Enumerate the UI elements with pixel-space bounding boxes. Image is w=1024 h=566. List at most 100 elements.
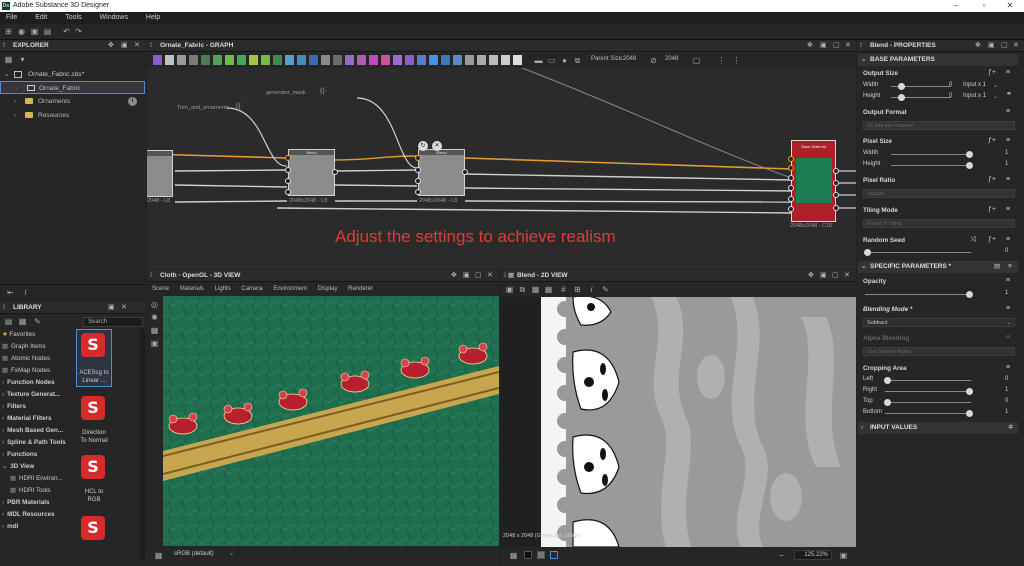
library-category[interactable]: › Material Filters xyxy=(2,413,52,425)
chevron-down-icon[interactable]: ⌄ xyxy=(993,93,998,100)
graph-tool-icon[interactable] xyxy=(489,55,498,65)
new-package-icon[interactable]: ⊞ xyxy=(4,27,13,36)
close-icon[interactable]: ✕ xyxy=(996,0,1024,12)
close-panel-icon[interactable]: ✕ xyxy=(1013,40,1019,52)
library-scrollbar[interactable] xyxy=(140,329,145,559)
collapse-arrow-icon[interactable]: ⌄ xyxy=(2,463,7,470)
graph-tool-icon[interactable] xyxy=(429,55,438,65)
graph-node-base-material[interactable]: Base Material xyxy=(791,140,836,222)
library-category[interactable]: › MDL Resources xyxy=(2,509,55,521)
expand-arrow-icon[interactable]: › xyxy=(2,523,4,530)
view3d-menu-scene[interactable]: Scene xyxy=(152,286,169,292)
colorspace-dropdown[interactable]: sRGB (default) xyxy=(174,551,214,557)
height-slider[interactable] xyxy=(891,94,951,101)
library-category[interactable]: › mdl xyxy=(2,521,18,533)
pin-icon[interactable]: ✥ xyxy=(108,40,114,52)
graph-tool-icon[interactable] xyxy=(321,55,330,65)
node-output-pin[interactable] xyxy=(833,192,839,198)
menu-file[interactable]: File xyxy=(6,14,17,21)
pin-node-icon[interactable]: ● xyxy=(560,56,569,65)
pin-icon[interactable]: ✥ xyxy=(451,270,457,282)
library-category[interactable]: › Mesh Based Gen... xyxy=(2,425,63,437)
pixel-height-slider[interactable] xyxy=(891,162,973,169)
fit-icon[interactable]: ▦ xyxy=(531,285,540,294)
node-output-pin[interactable] xyxy=(833,205,839,211)
graph-tool-icon[interactable] xyxy=(501,55,510,65)
menu-windows[interactable]: Windows xyxy=(100,14,128,21)
undo-icon[interactable]: ↶ xyxy=(62,27,71,36)
library-category[interactable]: › Filters xyxy=(2,401,26,413)
collapse-arrow-icon[interactable]: ⌄ xyxy=(861,54,866,66)
info-icon[interactable]: i xyxy=(587,285,596,294)
graph-tool-icon[interactable] xyxy=(333,55,342,65)
add-function-icon[interactable]: ƒ+ xyxy=(988,236,996,243)
menu-help[interactable]: Help xyxy=(146,14,160,21)
expand-arrow-icon[interactable]: › xyxy=(14,95,16,108)
pin-icon[interactable]: ✥ xyxy=(807,40,813,52)
float-icon[interactable]: ▣ xyxy=(988,40,995,52)
pixel-width-slider[interactable] xyxy=(891,151,973,158)
close-panel-icon[interactable]: ✕ xyxy=(134,40,140,52)
node-input-pin[interactable] xyxy=(415,155,421,161)
node-output-pin[interactable] xyxy=(462,169,468,175)
expand-arrow-icon[interactable]: › xyxy=(14,109,16,122)
save-image-icon[interactable]: ▣ xyxy=(505,285,514,294)
collapse-icon[interactable]: ⇤ xyxy=(6,288,15,297)
output-format-dropdown[interactable]: 16 bits per channel xyxy=(863,121,1015,130)
node-output-pin[interactable] xyxy=(833,168,839,174)
view2d-pen-icon[interactable]: ✎ xyxy=(601,285,610,294)
copy-icon[interactable]: ⧉ xyxy=(518,285,527,294)
node-input-pin[interactable] xyxy=(788,165,794,171)
crop-bottom-slider[interactable] xyxy=(885,410,973,417)
frame-icon[interactable]: ▭ xyxy=(547,56,556,65)
expand-arrow-icon[interactable]: › xyxy=(861,422,863,434)
expand-arrow-icon[interactable]: › xyxy=(2,439,4,446)
library-category[interactable]: › Texture Generat... xyxy=(2,389,60,401)
node-input-pin[interactable] xyxy=(788,185,794,191)
chevron-down-icon[interactable]: ⌄ xyxy=(229,550,234,557)
view3d-menu-materials[interactable]: Materials xyxy=(180,286,204,292)
zoom-input[interactable]: 125.22% xyxy=(794,550,832,560)
menu-tools[interactable]: Tools xyxy=(65,14,81,21)
graph-tool-icon[interactable] xyxy=(369,55,378,65)
graph-tool-icon[interactable] xyxy=(309,55,318,65)
info-icon[interactable]: i xyxy=(128,97,137,106)
library-category[interactable]: ★ Favorites xyxy=(2,329,35,341)
explorer-options-icon[interactable]: ▾ xyxy=(18,55,27,64)
specific-parameters-section[interactable]: ⌄ SPECIFIC PARAMETERS * ▤ ≡ xyxy=(858,261,1018,273)
parent-size-value[interactable]: 2048 xyxy=(623,56,636,62)
tile-icon[interactable]: # xyxy=(559,285,568,294)
slider-knob[interactable] xyxy=(864,249,871,256)
substance-node-icon[interactable]: S xyxy=(81,455,105,479)
view3d-menu-lights[interactable]: Lights xyxy=(215,286,231,292)
width-slider[interactable] xyxy=(891,83,951,90)
edit-icon[interactable]: ✎ xyxy=(33,317,42,326)
graph-tool-icon[interactable] xyxy=(345,55,354,65)
slider-knob[interactable] xyxy=(966,151,973,158)
chevron-down-icon[interactable]: ⌄ xyxy=(1006,319,1011,327)
float-icon[interactable]: ▣ xyxy=(463,270,470,282)
graph-tool-icon[interactable] xyxy=(405,55,414,65)
random-seed-slider[interactable] xyxy=(864,249,971,256)
library-search-input[interactable]: Search xyxy=(83,317,143,327)
graph-tool-icon[interactable] xyxy=(357,55,366,65)
options-icon[interactable]: ≡ xyxy=(1006,364,1010,371)
crop-right-slider[interactable] xyxy=(885,388,973,395)
library-category[interactable]: › Spline & Path Tools xyxy=(2,437,66,449)
graph-tool-icon[interactable] xyxy=(465,55,474,65)
slider-knob[interactable] xyxy=(966,410,973,417)
library-settings-icon[interactable]: ▦ xyxy=(18,317,27,326)
folder-item-ornaments[interactable]: › Ornaments i xyxy=(0,95,146,108)
add-function-icon[interactable]: ƒ+ xyxy=(988,176,996,183)
substance-node-icon[interactable]: S xyxy=(81,333,105,357)
library-category[interactable]: › Functions xyxy=(2,449,37,461)
collapse-arrow-icon[interactable]: ⌄ xyxy=(861,261,866,273)
filter-icon[interactable]: ▤ xyxy=(4,317,13,326)
redo-icon[interactable]: ↷ xyxy=(74,27,83,36)
slider-knob[interactable] xyxy=(884,399,891,406)
node-input-pin[interactable] xyxy=(415,189,421,195)
graph-tool-icon[interactable] xyxy=(417,55,426,65)
link-size-icon[interactable]: ⊘ xyxy=(649,56,658,65)
minimize-icon[interactable]: – xyxy=(942,0,970,12)
options-icon[interactable]: ≡ xyxy=(1006,334,1010,341)
